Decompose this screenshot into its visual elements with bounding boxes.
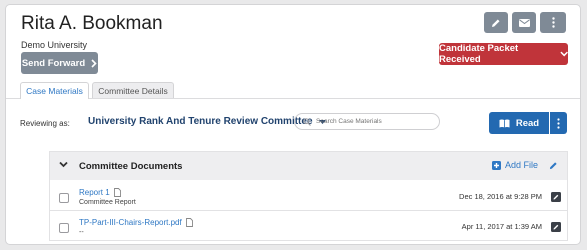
edit-square-icon[interactable] <box>551 222 561 232</box>
kebab-icon <box>557 117 560 129</box>
search-input[interactable] <box>316 118 426 125</box>
read-button[interactable]: Read <box>489 112 549 134</box>
document-date: Dec 18, 2016 at 9:28 PM <box>459 192 542 201</box>
add-file-label: Add File <box>505 160 539 170</box>
file-icon <box>185 218 193 227</box>
edit-profile-button[interactable] <box>484 12 508 33</box>
document-subtitle: Committee Report <box>79 199 136 206</box>
reviewing-as-label: Reviewing as: <box>20 119 70 128</box>
document-row[interactable]: Report 1 Committee Report Dec 18, 2016 a… <box>49 185 568 211</box>
pencil-icon[interactable] <box>549 161 558 170</box>
edit-square-icon[interactable] <box>551 192 561 202</box>
committee-selector[interactable]: University Rank And Tenure Review Commit… <box>88 116 326 127</box>
chevron-right-icon <box>91 58 97 68</box>
candidate-card: Rita A. Bookman Demo University Send For… <box>5 4 581 245</box>
file-icon <box>113 188 121 197</box>
document-subtitle: -- <box>79 229 84 236</box>
document-title-text: TP-Part-III-Chairs-Report.pdf <box>79 218 182 227</box>
committee-documents-header: Committee Documents Add File <box>49 151 568 180</box>
committee-name: University Rank And Tenure Review Commit… <box>88 116 313 127</box>
pencil-icon <box>492 19 500 27</box>
book-icon <box>499 119 510 127</box>
tab-committee-details[interactable]: Committee Details <box>92 82 174 98</box>
plus-square-icon <box>492 160 501 170</box>
add-file-button[interactable]: Add File <box>492 160 538 170</box>
read-label: Read <box>515 117 540 129</box>
search-icon <box>303 117 311 126</box>
tabs-divider <box>6 98 580 99</box>
institution-name: Demo University <box>21 40 88 50</box>
envelope-icon <box>518 18 530 27</box>
kebab-icon <box>551 17 555 28</box>
row-checkbox[interactable] <box>59 223 69 233</box>
send-forward-label: Send Forward <box>21 57 86 69</box>
document-date: Apr 11, 2017 at 1:39 AM <box>461 222 542 231</box>
document-title[interactable]: TP-Part-III-Chairs-Report.pdf <box>79 218 193 227</box>
send-forward-button[interactable]: Send Forward <box>21 52 98 74</box>
packet-status-dropdown[interactable]: Candidate Packet Received <box>439 43 568 65</box>
section-title: Committee Documents <box>79 161 183 172</box>
status-label: Candidate Packet Received <box>439 43 519 65</box>
document-title[interactable]: Report 1 <box>79 188 121 197</box>
read-options-button[interactable] <box>550 112 567 134</box>
tab-case-materials[interactable]: Case Materials <box>20 82 89 99</box>
search-box[interactable] <box>294 113 440 130</box>
collapse-chevron-icon[interactable] <box>59 161 68 168</box>
email-button[interactable] <box>512 12 536 33</box>
document-row[interactable]: TP-Part-III-Chairs-Report.pdf -- Apr 11,… <box>49 215 568 241</box>
chevron-down-icon <box>560 51 568 57</box>
row-checkbox[interactable] <box>59 193 69 203</box>
candidate-name: Rita A. Bookman <box>21 13 163 34</box>
more-actions-button[interactable] <box>540 12 566 33</box>
document-title-text: Report 1 <box>79 188 110 197</box>
